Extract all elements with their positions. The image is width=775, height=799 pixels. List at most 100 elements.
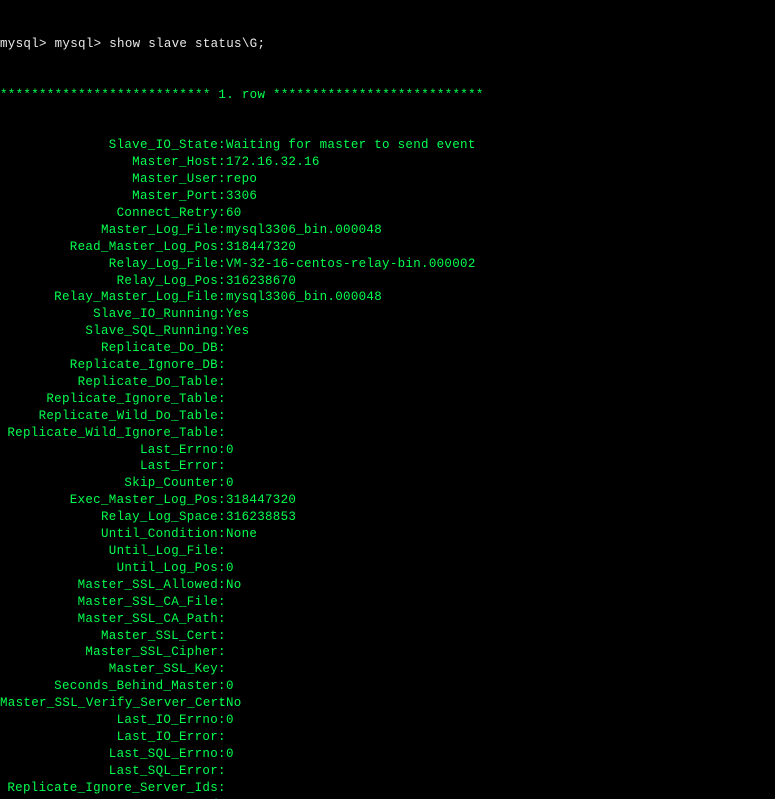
field-label: Seconds_Behind_Master	[0, 678, 218, 695]
status-row: Read_Master_Log_Pos:318447320	[0, 239, 775, 256]
field-label: Replicate_Wild_Do_Table	[0, 408, 218, 425]
field-value	[224, 374, 226, 391]
field-label: Until_Condition	[0, 526, 218, 543]
field-value: 0	[224, 678, 234, 695]
status-row: Master_Host:172.16.32.16	[0, 154, 775, 171]
status-row: Master_SSL_Key:	[0, 661, 775, 678]
status-row: Until_Log_File:	[0, 543, 775, 560]
field-value	[224, 543, 226, 560]
field-value: repo	[224, 171, 257, 188]
field-value: 3306	[224, 188, 257, 205]
field-label: Until_Log_Pos	[0, 560, 218, 577]
field-label: Master_User	[0, 171, 218, 188]
status-row: Last_IO_Error:	[0, 729, 775, 746]
field-value: 0	[224, 712, 234, 729]
field-label: Slave_IO_State	[0, 137, 218, 154]
status-row: Connect_Retry:60	[0, 205, 775, 222]
field-label: Skip_Counter	[0, 475, 218, 492]
status-row: Master_SSL_Allowed:No	[0, 577, 775, 594]
status-row: Until_Log_Pos:0	[0, 560, 775, 577]
status-row: Master_SSL_Verify_Server_Cert:No	[0, 695, 775, 712]
status-row: Slave_SQL_Running:Yes	[0, 323, 775, 340]
field-label: Replicate_Ignore_DB	[0, 357, 218, 374]
status-row: Master_Log_File:mysql3306_bin.000048	[0, 222, 775, 239]
field-label: Master_SSL_Cert	[0, 628, 218, 645]
status-row: Master_User:repo	[0, 171, 775, 188]
field-value	[224, 628, 226, 645]
field-value	[224, 611, 226, 628]
field-value: 0	[224, 560, 234, 577]
field-label: Relay_Log_Pos	[0, 273, 218, 290]
field-label: Master_SSL_CA_Path	[0, 611, 218, 628]
field-value	[224, 763, 226, 780]
field-label: Relay_Master_Log_File	[0, 289, 218, 306]
status-row: Relay_Master_Log_File:mysql3306_bin.0000…	[0, 289, 775, 306]
field-value	[224, 458, 226, 475]
status-row: Last_SQL_Error:	[0, 763, 775, 780]
status-row: Seconds_Behind_Master:0	[0, 678, 775, 695]
field-value	[224, 408, 226, 425]
field-label: Replicate_Wild_Ignore_Table	[0, 425, 218, 442]
field-label: Last_IO_Error	[0, 729, 218, 746]
field-value: 316238670	[224, 273, 296, 290]
field-value: mysql3306_bin.000048	[224, 289, 382, 306]
status-row: Master_SSL_Cipher:	[0, 644, 775, 661]
status-row: Skip_Counter:0	[0, 475, 775, 492]
field-value: 0	[224, 475, 234, 492]
status-row: Replicate_Ignore_Table:	[0, 391, 775, 408]
status-row: Slave_IO_Running:Yes	[0, 306, 775, 323]
status-row: Master_SSL_Cert:	[0, 628, 775, 645]
field-value: 318447320	[224, 492, 296, 509]
field-value	[224, 729, 226, 746]
field-label: Last_Error	[0, 458, 218, 475]
status-row: Relay_Log_Pos:316238670	[0, 273, 775, 290]
field-value	[224, 391, 226, 408]
field-value	[224, 644, 226, 661]
field-value: No	[224, 577, 242, 594]
field-label: Slave_IO_Running	[0, 306, 218, 323]
field-label: Master_SSL_Allowed	[0, 577, 218, 594]
field-label: Slave_SQL_Running	[0, 323, 218, 340]
status-row: Last_IO_Errno:0	[0, 712, 775, 729]
status-row: Replicate_Ignore_Server_Ids:	[0, 780, 775, 797]
status-row: Replicate_Ignore_DB:	[0, 357, 775, 374]
field-label: Connect_Retry	[0, 205, 218, 222]
status-row: Replicate_Wild_Ignore_Table:	[0, 425, 775, 442]
status-row: Master_SSL_CA_File:	[0, 594, 775, 611]
field-value	[224, 661, 226, 678]
field-value	[224, 340, 226, 357]
terminal-output: mysql> mysql> show slave status\G; *****…	[0, 0, 775, 799]
field-label: Master_SSL_Cipher	[0, 644, 218, 661]
field-label: Master_Port	[0, 188, 218, 205]
field-label: Exec_Master_Log_Pos	[0, 492, 218, 509]
field-value: Waiting for master to send event	[224, 137, 476, 154]
status-row: Last_SQL_Errno:0	[0, 746, 775, 763]
field-value: 316238853	[224, 509, 296, 526]
status-row: Replicate_Wild_Do_Table:	[0, 408, 775, 425]
field-value: No	[224, 695, 242, 712]
field-label: Master_SSL_CA_File	[0, 594, 218, 611]
field-value: Yes	[224, 306, 249, 323]
field-label: Master_Log_File	[0, 222, 218, 239]
field-value: mysql3306_bin.000048	[224, 222, 382, 239]
field-value: VM-32-16-centos-relay-bin.000002	[224, 256, 476, 273]
field-label: Master_Host	[0, 154, 218, 171]
field-label: Until_Log_File	[0, 543, 218, 560]
field-value: 318447320	[224, 239, 296, 256]
field-value	[224, 594, 226, 611]
field-value: None	[224, 526, 257, 543]
status-row: Relay_Log_Space:316238853	[0, 509, 775, 526]
status-row: Until_Condition:None	[0, 526, 775, 543]
field-label: Master_SSL_Key	[0, 661, 218, 678]
field-label: Replicate_Do_Table	[0, 374, 218, 391]
command-prompt[interactable]: mysql> mysql> show slave status\G;	[0, 36, 775, 53]
field-label: Last_SQL_Error	[0, 763, 218, 780]
field-value: Yes	[224, 323, 249, 340]
status-row: Master_SSL_CA_Path:	[0, 611, 775, 628]
field-label: Replicate_Ignore_Table	[0, 391, 218, 408]
status-row: Slave_IO_State:Waiting for master to sen…	[0, 137, 775, 154]
status-row: Master_Port:3306	[0, 188, 775, 205]
status-row: Replicate_Do_DB:	[0, 340, 775, 357]
field-value	[224, 780, 226, 797]
status-row: Relay_Log_File:VM-32-16-centos-relay-bin…	[0, 256, 775, 273]
